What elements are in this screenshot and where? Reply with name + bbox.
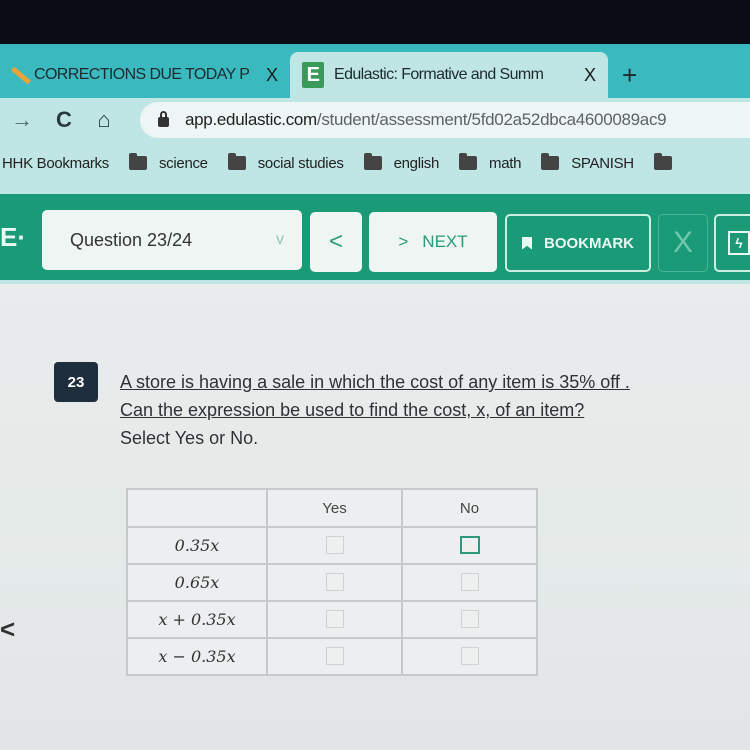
- folder-icon: [227, 153, 246, 170]
- bookmark-folder-english[interactable]: english: [363, 153, 440, 172]
- expression-cell: x + 0.35x: [126, 600, 268, 639]
- bookmark-label: HHK Bookmarks: [2, 154, 109, 172]
- bookmark-button[interactable]: BOOKMARK: [505, 214, 651, 272]
- no-checkbox[interactable]: [459, 536, 480, 555]
- folder-icon: [128, 153, 147, 170]
- no-cell: [401, 526, 538, 565]
- tab-edulastic[interactable]: E Edulastic: Formative and Summ X: [290, 52, 608, 98]
- no-checkbox[interactable]: [460, 610, 479, 629]
- previous-button[interactable]: <: [310, 212, 362, 272]
- yes-checkbox[interactable]: [325, 610, 344, 629]
- header-bar: E· Question 23/24 v < > NEXT BOOKMARK X …: [0, 194, 750, 280]
- bookmark-folder-math[interactable]: math: [459, 153, 522, 172]
- chevron-right-icon: >: [398, 232, 409, 251]
- bookmark-label: social studies: [257, 154, 344, 172]
- yes-checkbox[interactable]: [325, 647, 344, 666]
- yes-cell: [266, 526, 403, 565]
- next-label: NEXT: [422, 232, 468, 251]
- no-cell: [401, 563, 538, 602]
- url-text: app.edulastic.com/student/assessment/5fd…: [185, 110, 667, 129]
- collapse-arrow-icon[interactable]: <: [0, 614, 15, 645]
- folder-icon: [541, 153, 560, 170]
- table-row: x + 0.35x: [126, 600, 538, 639]
- bookmark-icon: [522, 236, 532, 250]
- chevron-left-icon: <: [328, 228, 343, 255]
- crossout-button[interactable]: X: [658, 214, 708, 272]
- reload-button[interactable]: C: [44, 107, 84, 133]
- next-button[interactable]: > NEXT: [369, 212, 497, 272]
- bookmark-hhk[interactable]: HHK Bookmarks: [2, 155, 109, 172]
- yes-cell: [266, 637, 403, 676]
- question-selector-label: Question 23/24: [70, 229, 193, 250]
- table-row: 0.35x: [126, 526, 538, 565]
- assessment-header: E· Question 23/24 v < > NEXT BOOKMARK X …: [0, 184, 750, 284]
- forward-button[interactable]: →: [0, 107, 44, 133]
- browser-toolbar: → C ⌂ app.edulastic.com/student/assessme…: [0, 98, 750, 142]
- tab-title: CORRECTIONS DUE TODAY P: [34, 66, 250, 83]
- bookmark-label: english: [393, 154, 440, 172]
- tab-corrections[interactable]: CORRECTIONS DUE TODAY P X: [0, 52, 290, 98]
- yes-cell: [266, 600, 403, 639]
- lock-icon: [158, 111, 169, 127]
- table-row: 0.65x: [126, 563, 538, 602]
- scratchpad-button[interactable]: ϟ: [714, 214, 750, 272]
- close-tab-icon[interactable]: X: [584, 65, 596, 86]
- expression-cell: 0.65x: [126, 563, 268, 602]
- bookmark-label: math: [489, 154, 522, 172]
- browser-tab-strip: CORRECTIONS DUE TODAY P X E Edulastic: F…: [0, 44, 750, 98]
- no-checkbox[interactable]: [460, 573, 479, 592]
- monitor-bezel: [0, 0, 750, 44]
- table-row: x − 0.35x: [126, 637, 538, 676]
- bookmark-folder-science[interactable]: science: [128, 153, 208, 172]
- edulastic-icon: E: [302, 62, 324, 88]
- bookmark-folder-social-studies[interactable]: social studies: [227, 153, 344, 172]
- close-icon: X: [672, 226, 693, 259]
- question-area: 23 A store is having a sale in which the…: [0, 284, 750, 750]
- question-number-badge: 23: [54, 362, 98, 402]
- yes-cell: [266, 563, 403, 602]
- expression-cell: 0.35x: [126, 526, 268, 565]
- address-bar[interactable]: app.edulastic.com/student/assessment/5fd…: [140, 102, 750, 138]
- question-instruction: Select Yes or No.: [120, 428, 259, 448]
- bookmark-folder-more[interactable]: [653, 153, 684, 170]
- close-tab-icon[interactable]: X: [266, 65, 278, 86]
- no-cell: [401, 600, 538, 639]
- edulastic-logo: E·: [0, 222, 26, 252]
- chevron-down-icon: v: [276, 231, 284, 248]
- bookmark-label: SPANISH: [571, 154, 634, 172]
- folder-icon: [363, 153, 382, 170]
- notepad-icon: ϟ: [728, 231, 750, 255]
- tab-title: Edulastic: Formative and Summ: [334, 66, 544, 83]
- column-header-expression: [126, 488, 268, 528]
- no-checkbox[interactable]: [460, 647, 479, 666]
- yes-no-table: Yes No 0.35x 0.65x x + 0.35x x − 0.35x: [126, 488, 538, 676]
- new-tab-button[interactable]: +: [622, 60, 637, 91]
- bookmark-label: BOOKMARK: [544, 234, 634, 252]
- bookmark-label: science: [158, 154, 208, 172]
- question-line-1: A store is having a sale in which the co…: [120, 372, 630, 392]
- table-header-row: Yes No: [126, 488, 538, 528]
- no-cell: [401, 637, 538, 676]
- yes-checkbox[interactable]: [325, 573, 344, 592]
- expression-cell: x − 0.35x: [126, 637, 268, 676]
- column-header-no: No: [401, 488, 538, 528]
- question-line-2: Can the expression be used to find the c…: [120, 400, 585, 420]
- pencil-icon: [6, 63, 30, 87]
- folder-icon: [459, 153, 478, 170]
- yes-checkbox[interactable]: [325, 536, 344, 555]
- question-selector[interactable]: Question 23/24 v: [42, 210, 302, 270]
- home-button[interactable]: ⌂: [84, 107, 124, 133]
- folder-icon: [653, 153, 672, 170]
- column-header-yes: Yes: [266, 488, 403, 528]
- question-stem: A store is having a sale in which the co…: [120, 368, 630, 452]
- bookmarks-bar: HHK Bookmarks science social studies eng…: [0, 142, 750, 184]
- bookmark-folder-spanish[interactable]: SPANISH: [541, 153, 634, 172]
